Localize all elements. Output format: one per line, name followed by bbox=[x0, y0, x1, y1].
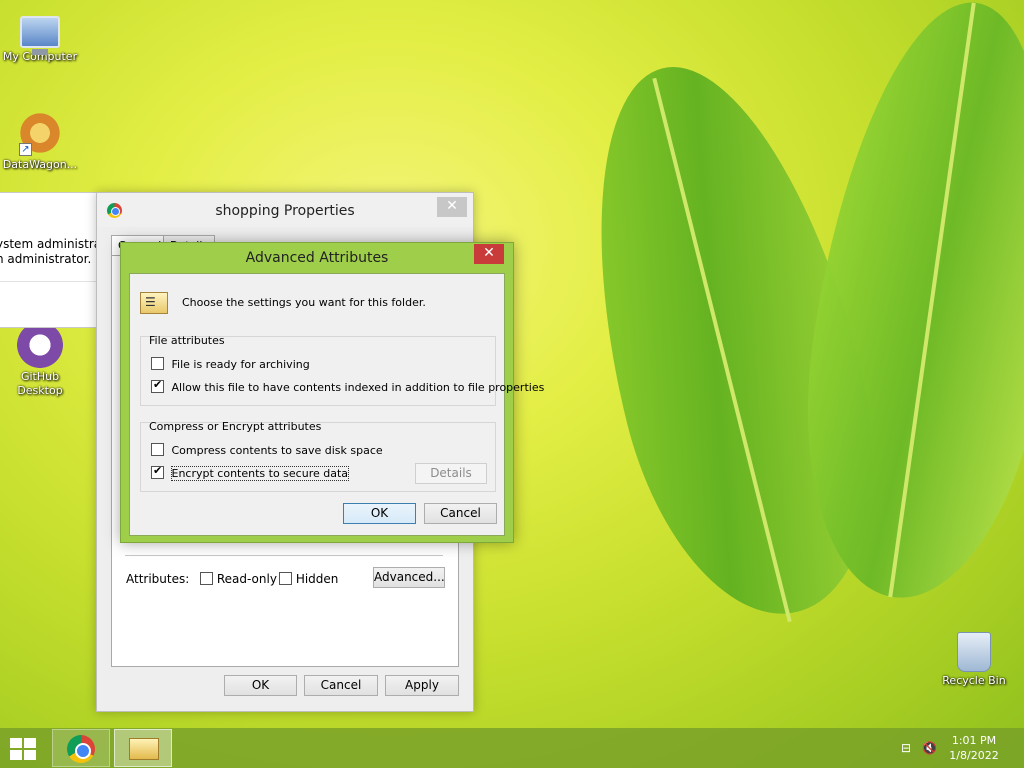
advanced-button[interactable]: Advanced... bbox=[373, 567, 445, 588]
ok-button[interactable]: OK bbox=[343, 503, 416, 524]
checkbox-box[interactable] bbox=[279, 572, 292, 585]
desktop-icon-label: Recycle Bin bbox=[942, 674, 1006, 687]
hidden-checkbox[interactable]: Hidden bbox=[279, 572, 338, 586]
hidden-label: Hidden bbox=[295, 572, 339, 586]
archiving-checkbox[interactable] bbox=[151, 357, 164, 370]
shortcut-arrow-icon: ↗ bbox=[19, 143, 32, 156]
divider bbox=[0, 281, 98, 282]
advanced-attributes-dialog[interactable]: Advanced Attributes ✕ Choose the setting… bbox=[120, 242, 544, 543]
desktop-icon-github-desktop[interactable]: GitHub Desktop bbox=[0, 322, 80, 398]
folder-icon bbox=[129, 738, 159, 760]
properties-title: shopping Properties bbox=[215, 203, 355, 219]
clock[interactable]: 1:01 PM 1/8/2022 bbox=[944, 733, 1004, 763]
compress-label: Compress contents to save disk space bbox=[171, 444, 383, 457]
apply-button[interactable]: Apply bbox=[385, 675, 459, 696]
compress-encrypt-group: Compress or Encrypt attributes Compress … bbox=[140, 420, 496, 492]
start-button[interactable] bbox=[10, 738, 38, 760]
archiving-option[interactable]: File is ready for archiving bbox=[151, 357, 310, 371]
advanced-titlebar[interactable]: Advanced Attributes ✕ bbox=[121, 243, 513, 273]
recycle-bin-icon bbox=[957, 632, 991, 672]
compress-checkbox[interactable] bbox=[151, 443, 164, 456]
close-icon: ✕ bbox=[483, 245, 495, 261]
windows-logo-icon bbox=[24, 750, 36, 760]
checkbox-box[interactable] bbox=[200, 572, 213, 585]
advanced-intro: Choose the settings you want for this fo… bbox=[182, 296, 426, 309]
chrome-icon bbox=[67, 735, 95, 763]
desktop-icon-my-computer[interactable]: My Computer bbox=[0, 8, 80, 63]
file-attributes-group: File attributes File is ready for archiv… bbox=[140, 334, 544, 406]
cancel-button[interactable]: Cancel bbox=[304, 675, 378, 696]
github-icon bbox=[17, 322, 63, 368]
windows-logo-icon bbox=[10, 750, 22, 760]
cancel-button[interactable]: Cancel bbox=[424, 503, 497, 524]
readonly-checkbox[interactable]: Read-only bbox=[200, 572, 277, 586]
ok-button[interactable]: OK bbox=[224, 675, 297, 696]
properties-titlebar[interactable]: shopping Properties ✕ bbox=[97, 193, 473, 227]
readonly-label: Read-only bbox=[216, 572, 277, 586]
taskbar-file-explorer[interactable] bbox=[114, 729, 172, 767]
taskbar: ⊟ 🔇 1:01 PM 1/8/2022 bbox=[0, 728, 1024, 768]
group-label: Compress or Encrypt attributes bbox=[149, 420, 322, 433]
details-button[interactable]: Details bbox=[415, 463, 487, 484]
compress-option[interactable]: Compress contents to save disk space bbox=[151, 443, 383, 457]
clock-date: 1/8/2022 bbox=[949, 749, 999, 762]
volume-muted-icon[interactable]: 🔇 bbox=[922, 741, 937, 755]
indexing-option[interactable]: Allow this file to have contents indexed… bbox=[151, 378, 545, 394]
network-icon[interactable]: ⊟ bbox=[899, 741, 913, 755]
computer-icon bbox=[20, 16, 60, 55]
encrypt-label: Encrypt contents to secure data bbox=[170, 466, 350, 481]
desktop-icon-datawagon[interactable]: ↗ DataWagon... bbox=[0, 110, 80, 171]
group-label: File attributes bbox=[149, 334, 225, 347]
desktop-icon-recycle-bin[interactable]: Recycle Bin bbox=[934, 632, 1014, 687]
encrypt-option[interactable]: Encrypt contents to secure data bbox=[151, 464, 350, 481]
divider bbox=[125, 555, 443, 556]
advanced-body: Choose the settings you want for this fo… bbox=[129, 273, 544, 536]
close-icon: ✕ bbox=[446, 198, 458, 214]
encrypt-checkbox[interactable] bbox=[151, 464, 164, 479]
attributes-label: Attributes: bbox=[126, 572, 190, 586]
advanced-title: Advanced Attributes bbox=[245, 250, 389, 266]
indexing-label: Allow this file to have contents indexed… bbox=[171, 381, 545, 394]
background-window[interactable]: ystem administrato n administrator. bbox=[0, 192, 113, 328]
taskbar-chrome[interactable] bbox=[52, 729, 110, 767]
close-button[interactable]: ✕ bbox=[437, 197, 467, 217]
clock-time: 1:01 PM bbox=[951, 734, 997, 747]
indexing-checkbox[interactable] bbox=[151, 378, 164, 393]
desktop-icon-label: DataWagon... bbox=[2, 158, 78, 171]
datawagon-icon: ↗ bbox=[17, 110, 63, 156]
folder-settings-icon bbox=[140, 292, 168, 314]
desktop-icon-label: GitHub Desktop bbox=[17, 370, 63, 397]
windows-logo-icon bbox=[10, 738, 22, 748]
windows-logo-icon bbox=[24, 738, 36, 748]
archiving-label: File is ready for archiving bbox=[171, 358, 310, 371]
close-button[interactable]: ✕ bbox=[474, 244, 504, 264]
